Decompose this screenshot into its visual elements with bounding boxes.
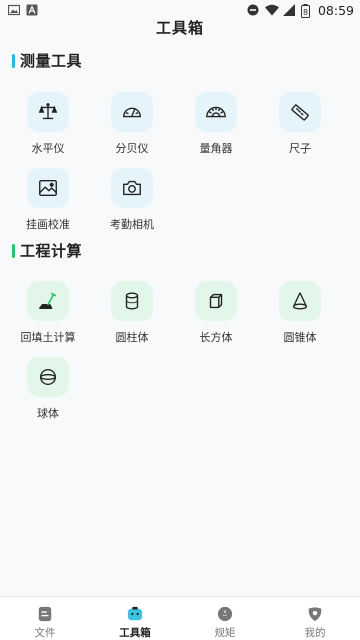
section-header-engineering: 工程计算	[12, 240, 82, 261]
do-not-disturb-icon	[247, 4, 259, 16]
tool-ruler[interactable]: 尺子	[258, 88, 342, 164]
tool-cylinder[interactable]: 圆柱体	[90, 277, 174, 353]
app-notification-icon	[26, 4, 38, 16]
tool-sphere[interactable]: 球体	[6, 353, 90, 429]
tool-label: 回填土计算	[20, 331, 76, 344]
clock: 08:59	[317, 2, 354, 18]
status-bar-right: 8 08:59	[247, 3, 354, 18]
section-accent-bar	[12, 53, 15, 68]
compass-icon	[216, 605, 234, 622]
camera-icon	[111, 168, 153, 208]
picture-frame-icon	[27, 168, 69, 208]
level-scale-icon	[27, 92, 69, 132]
ruler-icon	[279, 92, 321, 132]
tool-picture-calibration[interactable]: 挂画校准	[6, 164, 90, 240]
protractor-icon	[195, 92, 237, 132]
nav-item-profile[interactable]: 我的	[270, 597, 360, 640]
engineering-tools-grid: 回填土计算 圆柱体 长方体 圆锥体 球体	[6, 277, 354, 429]
tool-cone[interactable]: 圆锥体	[258, 277, 342, 353]
section-title: 测量工具	[20, 52, 83, 70]
cuboid-icon	[195, 281, 237, 321]
section-header-measure: 测量工具	[12, 50, 82, 71]
nav-item-files[interactable]: 文件	[0, 597, 90, 640]
signal-icon	[282, 4, 295, 16]
tool-label: 长方体	[199, 331, 233, 344]
tool-label: 球体	[37, 407, 59, 420]
measure-tools-grid: 水平仪 分贝仪 量角器 尺子 挂画校准 考勤相机	[6, 88, 354, 240]
cone-icon	[279, 281, 321, 321]
tool-label: 圆柱体	[115, 331, 149, 344]
status-bar-left	[7, 4, 38, 16]
sphere-icon	[27, 357, 69, 397]
tool-cuboid[interactable]: 长方体	[174, 277, 258, 353]
section-accent-bar	[12, 243, 15, 258]
tool-label: 挂画校准	[26, 218, 70, 231]
shovel-icon	[27, 281, 69, 321]
tool-protractor[interactable]: 量角器	[174, 88, 258, 164]
cylinder-icon	[111, 281, 153, 321]
nav-label: 文件	[34, 627, 56, 639]
tool-decibel-meter[interactable]: 分贝仪	[90, 88, 174, 164]
toolbox-icon	[126, 605, 144, 622]
tool-label: 分贝仪	[115, 142, 149, 155]
bottom-nav: 文件 工具箱 规矩 我的	[0, 596, 360, 640]
file-icon	[36, 605, 54, 622]
nav-label: 工具箱	[119, 627, 151, 639]
decibel-meter-icon	[111, 92, 153, 132]
nav-item-rules[interactable]: 规矩	[180, 597, 270, 640]
tool-level[interactable]: 水平仪	[6, 88, 90, 164]
tool-label: 水平仪	[31, 142, 65, 155]
profile-icon	[306, 605, 324, 622]
tool-label: 尺子	[289, 142, 311, 155]
tool-label: 考勤相机	[110, 218, 154, 231]
nav-label: 我的	[304, 627, 326, 639]
battery-level: 8	[303, 8, 308, 17]
tool-backfill-calc[interactable]: 回填土计算	[6, 277, 90, 353]
wifi-icon	[264, 4, 279, 16]
battery-icon: 8	[300, 4, 310, 18]
gallery-notification-icon	[7, 4, 21, 16]
page-title: 工具箱	[155, 19, 204, 37]
tool-label: 量角器	[199, 142, 233, 155]
nav-item-toolbox[interactable]: 工具箱	[90, 597, 180, 640]
section-title: 工程计算	[20, 242, 83, 260]
tool-attendance-camera[interactable]: 考勤相机	[90, 164, 174, 240]
tool-label: 圆锥体	[283, 331, 317, 344]
nav-label: 规矩	[214, 627, 236, 639]
